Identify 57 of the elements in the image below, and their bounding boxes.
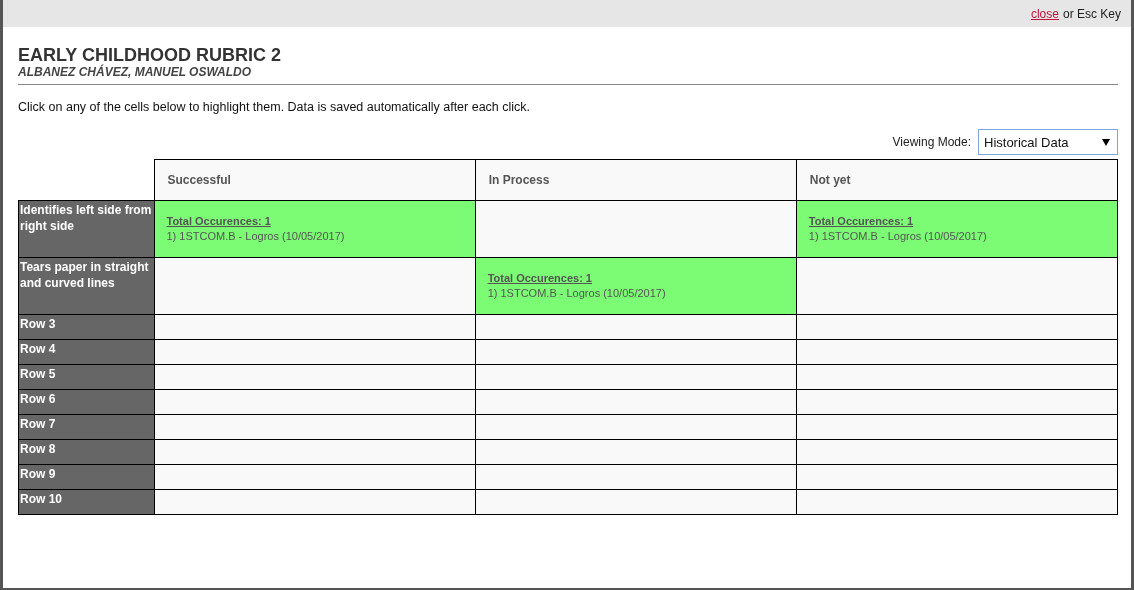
rubric-cell[interactable] bbox=[475, 339, 797, 365]
rubric-cell[interactable] bbox=[796, 439, 1118, 465]
row-header: Row 5 bbox=[18, 364, 154, 390]
rubric-cell[interactable]: Total Occurences: 1 1) 1STCOM.B - Logros (10/05/2017) bbox=[475, 257, 797, 315]
occurrence-entry: 1) 1STCOM.B - Logros (10/05/2017) bbox=[166, 229, 346, 244]
rubric-cell[interactable] bbox=[475, 439, 797, 465]
rubric-cell[interactable] bbox=[475, 464, 797, 490]
row-header: Identifies left side from right side bbox=[18, 200, 154, 258]
row-header: Row 7 bbox=[18, 414, 154, 440]
column-header: Successful bbox=[154, 159, 476, 201]
rubric-cell[interactable] bbox=[154, 464, 476, 490]
row-header: Row 6 bbox=[18, 389, 154, 415]
rubric-cell[interactable] bbox=[154, 439, 476, 465]
row-header: Row 4 bbox=[18, 339, 154, 365]
rubric-cell[interactable] bbox=[796, 414, 1118, 440]
rubric-cell[interactable] bbox=[475, 414, 797, 440]
student-name: ALBANEZ CHÁVEZ, MANUEL OSWALDO bbox=[18, 65, 253, 79]
rubric-cell[interactable] bbox=[796, 389, 1118, 415]
rubric-cell[interactable]: Total Occurences: 1 1) 1STCOM.B - Logros (10/05/2017) bbox=[796, 200, 1118, 258]
rubric-cell[interactable] bbox=[475, 314, 797, 340]
column-header: In Process bbox=[475, 159, 797, 201]
dropdown-caret-icon bbox=[1102, 138, 1110, 146]
rubric-cell[interactable] bbox=[475, 489, 797, 515]
rubric-title: EARLY CHILDHOOD RUBRIC 2 bbox=[18, 45, 283, 65]
instructions-text: Click on any of the cells below to highlight them. Data is saved automatically after each click. bbox=[18, 100, 532, 114]
row-header: Row 10 bbox=[18, 489, 154, 515]
rubric-cell[interactable] bbox=[154, 414, 476, 440]
viewing-mode-label: Viewing Mode: bbox=[892, 135, 971, 149]
rubric-cell[interactable] bbox=[796, 339, 1118, 365]
rubric-cell[interactable] bbox=[154, 489, 476, 515]
column-header: Not yet bbox=[796, 159, 1118, 201]
rubric-cell[interactable] bbox=[154, 314, 476, 340]
occurrence-entry: 1) 1STCOM.B - Logros (10/05/2017) bbox=[808, 229, 988, 244]
viewing-mode-select[interactable]: Historical Data bbox=[978, 129, 1118, 155]
rubric-cell[interactable] bbox=[154, 389, 476, 415]
rubric-cell[interactable] bbox=[796, 489, 1118, 515]
rubric-cell[interactable] bbox=[796, 257, 1118, 315]
occurrence-entry: 1) 1STCOM.B - Logros (10/05/2017) bbox=[487, 286, 667, 301]
row-header: Row 3 bbox=[18, 314, 154, 340]
close-link[interactable]: close bbox=[1030, 6, 1059, 21]
rubric-cell[interactable] bbox=[154, 257, 476, 315]
rubric-cell[interactable] bbox=[475, 364, 797, 390]
close-hint: or Esc Key bbox=[1062, 6, 1121, 21]
row-header: Row 8 bbox=[18, 439, 154, 465]
rubric-cell[interactable] bbox=[475, 200, 797, 258]
occurrences-link[interactable]: Total Occurences: 1 bbox=[808, 214, 914, 229]
occurrences-link[interactable]: Total Occurences: 1 bbox=[487, 271, 592, 286]
rubric-cell[interactable]: Total Occurences: 1 1) 1STCOM.B - Logros (10/05/2017) bbox=[154, 200, 476, 258]
rubric-cell[interactable] bbox=[475, 389, 797, 415]
occurrences-link[interactable]: Total Occurences: 1 bbox=[166, 214, 271, 229]
rubric-cell[interactable] bbox=[796, 314, 1118, 340]
rubric-cell[interactable] bbox=[154, 339, 476, 365]
row-header: Tears paper in straight and curved lines bbox=[18, 257, 154, 315]
rubric-cell[interactable] bbox=[796, 364, 1118, 390]
rubric-cell[interactable] bbox=[796, 464, 1118, 490]
row-header: Row 9 bbox=[18, 464, 154, 490]
rubric-cell[interactable] bbox=[154, 364, 476, 390]
